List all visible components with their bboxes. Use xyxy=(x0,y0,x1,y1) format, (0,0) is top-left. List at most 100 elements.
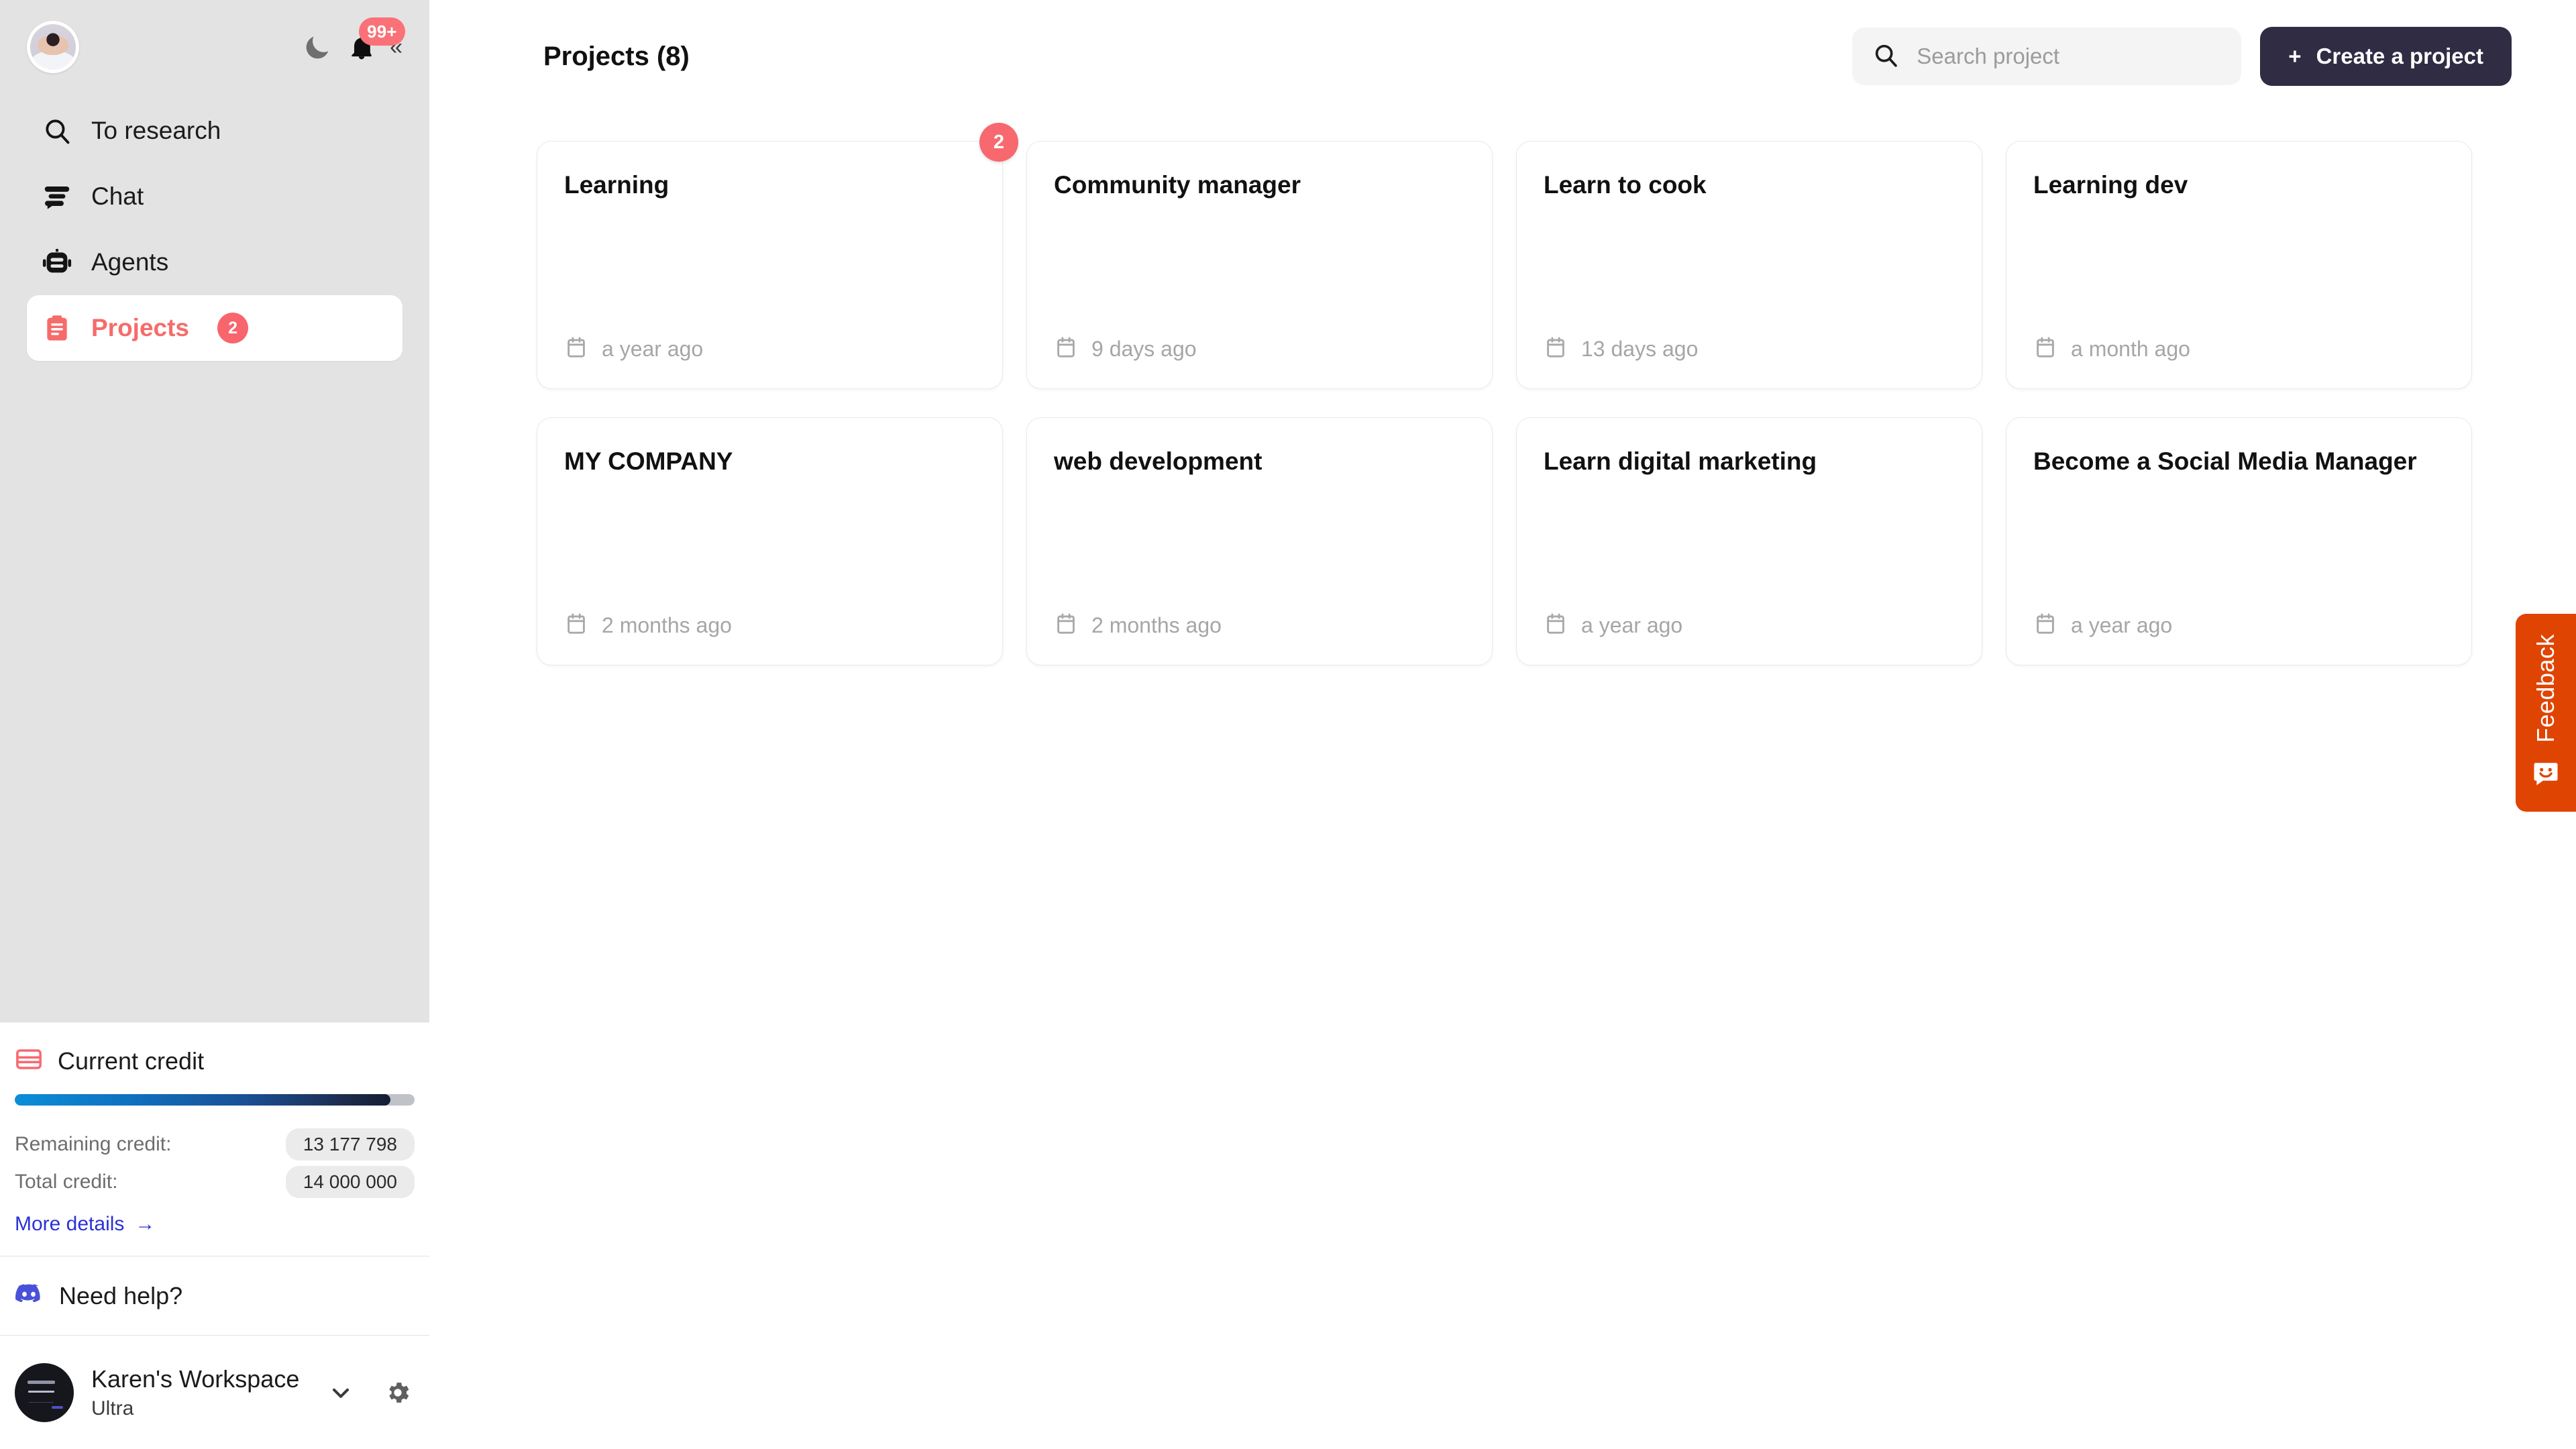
project-meta: a year ago xyxy=(1544,612,1955,639)
calendar-icon xyxy=(2033,612,2057,639)
project-date: 2 months ago xyxy=(602,613,732,638)
project-card[interactable]: Learning dev a month ago xyxy=(2006,141,2472,389)
project-date: 2 months ago xyxy=(1091,613,1222,638)
sidebar-item-label: To research xyxy=(91,117,221,145)
project-card[interactable]: Become a Social Media Manager a year ago xyxy=(2006,417,2472,665)
project-meta: 2 months ago xyxy=(1054,612,1465,639)
project-title: Learning dev xyxy=(2033,171,2445,200)
sidebar-item-to-research[interactable]: To research xyxy=(27,98,402,164)
dark-mode-toggle[interactable] xyxy=(297,27,337,67)
avatar[interactable] xyxy=(27,21,79,73)
project-title: MY COMPANY xyxy=(564,447,975,476)
sidebar-item-projects[interactable]: Projects 2 xyxy=(27,295,402,361)
project-date: a year ago xyxy=(602,337,703,362)
project-date: a month ago xyxy=(2071,337,2190,362)
chat-icon xyxy=(42,181,72,212)
project-card[interactable]: Learn digital marketing a year ago xyxy=(1516,417,1982,665)
calendar-icon xyxy=(1054,335,1078,363)
calendar-icon xyxy=(564,612,588,639)
search-icon xyxy=(1872,42,1899,72)
calendar-icon xyxy=(1544,335,1568,363)
project-title: web development xyxy=(1054,447,1465,476)
smiley-chat-icon xyxy=(2532,760,2560,792)
calendar-icon xyxy=(2033,335,2057,363)
card-spacer xyxy=(1054,200,1465,335)
card-spacer xyxy=(564,200,975,335)
robot-icon xyxy=(42,247,72,278)
avatar-image xyxy=(30,24,76,70)
card-notification-badge: 2 xyxy=(979,123,1018,162)
project-card[interactable]: Learn to cook 13 days ago xyxy=(1516,141,1982,389)
project-date: a year ago xyxy=(1581,613,1682,638)
project-meta: 2 months ago xyxy=(564,612,975,639)
projects-count-badge: 2 xyxy=(217,313,248,343)
more-details-link[interactable]: More details → xyxy=(15,1213,155,1236)
project-meta: a year ago xyxy=(2033,612,2445,639)
project-meta: a year ago xyxy=(564,335,975,363)
gear-icon[interactable] xyxy=(384,1379,412,1407)
workspace-plan: Ultra xyxy=(91,1397,310,1420)
sidebar-nav: To research Chat xyxy=(27,98,402,361)
workspace-switcher[interactable]: Karen's Workspace Ultra xyxy=(0,1335,429,1449)
card-spacer xyxy=(2033,476,2445,612)
create-project-label: Create a project xyxy=(2316,44,2483,69)
workspace-avatar xyxy=(15,1363,74,1422)
sidebar-item-label: Chat xyxy=(91,182,144,211)
project-title: Learn digital marketing xyxy=(1544,447,1955,476)
create-project-button[interactable]: + Create a project xyxy=(2260,27,2512,86)
project-meta: 9 days ago xyxy=(1054,335,1465,363)
main-content: Projects (8) + Create a project 2 Learni… xyxy=(429,0,2576,1449)
calendar-icon xyxy=(1054,612,1078,639)
workspace-text: Karen's Workspace Ultra xyxy=(91,1365,310,1420)
feedback-label: Feedback xyxy=(2532,634,2560,743)
chevron-down-icon[interactable] xyxy=(327,1379,354,1406)
calendar-icon xyxy=(1544,612,1568,639)
search-input[interactable] xyxy=(1917,44,2221,69)
credit-header: Current credit xyxy=(15,1045,415,1077)
sidebar-item-agents[interactable]: Agents xyxy=(27,229,402,295)
project-card[interactable]: 2 Learning a year ago xyxy=(537,141,1003,389)
need-help-label: Need help? xyxy=(59,1282,182,1310)
total-credit-value: 14 000 000 xyxy=(286,1166,415,1198)
remaining-credit-label: Remaining credit: xyxy=(15,1133,171,1156)
credit-card-icon xyxy=(15,1045,43,1077)
total-credit-label: Total credit: xyxy=(15,1171,117,1193)
total-credit-row: Total credit: 14 000 000 xyxy=(15,1163,415,1201)
credit-section: Current credit Remaining credit: 13 177 … xyxy=(0,1022,429,1256)
search-project-box[interactable] xyxy=(1852,28,2241,85)
card-spacer xyxy=(1054,476,1465,612)
remaining-credit-value: 13 177 798 xyxy=(286,1128,415,1161)
need-help-button[interactable]: Need help? xyxy=(0,1256,429,1335)
project-date: a year ago xyxy=(2071,613,2172,638)
plus-icon: + xyxy=(2288,44,2301,69)
sidebar-item-chat[interactable]: Chat xyxy=(27,164,402,229)
card-spacer xyxy=(2033,200,2445,335)
credit-progress-bar xyxy=(15,1094,415,1106)
credit-progress-fill xyxy=(15,1094,390,1106)
sidebar-header: 99+ « xyxy=(27,19,402,75)
project-title: Become a Social Media Manager xyxy=(2033,447,2445,476)
app-root: 99+ « To research xyxy=(0,0,2576,1449)
project-date: 13 days ago xyxy=(1581,337,1698,362)
notification-count-badge: 99+ xyxy=(359,17,405,46)
project-card[interactable]: web development 2 months ago xyxy=(1026,417,1493,665)
project-card[interactable]: Community manager 9 days ago xyxy=(1026,141,1493,389)
notifications-button[interactable]: 99+ xyxy=(341,27,382,67)
workspace-name: Karen's Workspace xyxy=(91,1365,310,1393)
project-title: Community manager xyxy=(1054,171,1465,200)
card-spacer xyxy=(1544,476,1955,612)
sidebar: 99+ « To research xyxy=(0,0,429,1449)
project-meta: a month ago xyxy=(2033,335,2445,363)
projects-grid: 2 Learning a year ago Co xyxy=(429,113,2576,665)
feedback-tab[interactable]: Feedback xyxy=(2516,614,2576,812)
remaining-credit-row: Remaining credit: 13 177 798 xyxy=(15,1126,415,1163)
project-title: Learn to cook xyxy=(1544,171,1955,200)
credit-title: Current credit xyxy=(58,1047,204,1075)
page-title: Projects (8) xyxy=(543,42,690,72)
arrow-right-icon: → xyxy=(135,1213,155,1236)
sidebar-item-label: Projects xyxy=(91,314,189,342)
project-date: 9 days ago xyxy=(1091,337,1197,362)
card-spacer xyxy=(1544,200,1955,335)
project-card[interactable]: MY COMPANY 2 months ago xyxy=(537,417,1003,665)
main-header: Projects (8) + Create a project xyxy=(429,0,2576,113)
